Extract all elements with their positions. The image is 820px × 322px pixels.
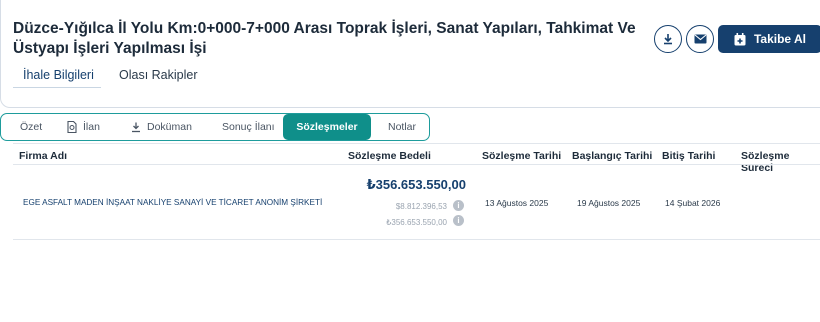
download-button[interactable] xyxy=(654,25,682,53)
column-header-sozlesme-tarihi: Sözleşme Tarihi xyxy=(482,150,562,162)
tab-label: Doküman xyxy=(147,121,192,133)
tab-dokuman[interactable]: Doküman xyxy=(131,114,192,140)
info-icon[interactable]: i xyxy=(453,215,464,226)
column-header-baslangic-tarihi: Başlangıç Tarihi xyxy=(572,150,653,162)
info-icon[interactable]: i xyxy=(453,200,464,211)
tab-label: Sonuç İlanı xyxy=(222,121,275,133)
contract-amount-usd: $8.812.396,53 xyxy=(395,202,447,211)
column-header-firma-adi: Firma Adı xyxy=(19,150,68,162)
table-row-divider xyxy=(13,239,820,240)
tab-sonuc-ilani[interactable]: Sonuç İlanı xyxy=(222,114,275,140)
tab-label: Özet xyxy=(20,121,43,133)
column-header-sozlesme-bedeli: Sözleşme Bedeli xyxy=(348,150,431,162)
tab-bar: Özet İlan Doküman Sonuç İlanı Sözleşmele… xyxy=(0,113,430,141)
follow-button-label: Takibe Al xyxy=(753,32,806,46)
tab-ozet[interactable]: Özet xyxy=(20,114,42,140)
table-top-divider xyxy=(13,143,820,144)
subtab-olasi-rakipler[interactable]: Olası Rakipler xyxy=(119,68,198,82)
table-header-divider xyxy=(13,164,820,165)
column-header-sozlesme-sureci: Sözleşme Süreci xyxy=(741,150,790,174)
mail-icon xyxy=(694,34,706,44)
subtab-ihale-bilgileri[interactable]: İhale Bilgileri xyxy=(23,68,94,82)
contract-amount: ₺356.653.550,00 xyxy=(366,177,466,192)
page-title: Düzce-Yığılca İl Yolu Km:0+000-7+000 Ara… xyxy=(13,20,636,57)
contract-amount-secondary: ₺356.653.550,00 xyxy=(386,218,447,227)
tab-ilan[interactable]: İlan xyxy=(67,114,100,140)
tab-sozlesmeler[interactable]: Sözleşmeler xyxy=(283,114,371,140)
download-icon xyxy=(132,122,140,132)
download-icon xyxy=(664,34,672,45)
calendar-plus-icon xyxy=(734,32,746,45)
tab-label: Sözleşmeler xyxy=(296,121,358,133)
tab-notlar[interactable]: Notlar xyxy=(388,114,416,140)
follow-button[interactable]: Takibe Al xyxy=(718,25,820,53)
subtab-active-underline xyxy=(13,87,101,88)
column-header-bitis-tarihi: Bitiş Tarihi xyxy=(662,150,716,162)
tab-label: İlan xyxy=(83,121,100,133)
firm-name-link[interactable]: EGE ASFALT MADEN İNŞAAT NAKLİYE SANAYİ V… xyxy=(23,198,322,207)
document-icon xyxy=(67,121,77,133)
start-date: 19 Ağustos 2025 xyxy=(577,198,641,208)
mail-button[interactable] xyxy=(686,25,714,53)
tab-label: Notlar xyxy=(388,121,417,133)
contract-date: 13 Ağustos 2025 xyxy=(485,198,549,208)
end-date: 14 Şubat 2026 xyxy=(665,198,721,208)
